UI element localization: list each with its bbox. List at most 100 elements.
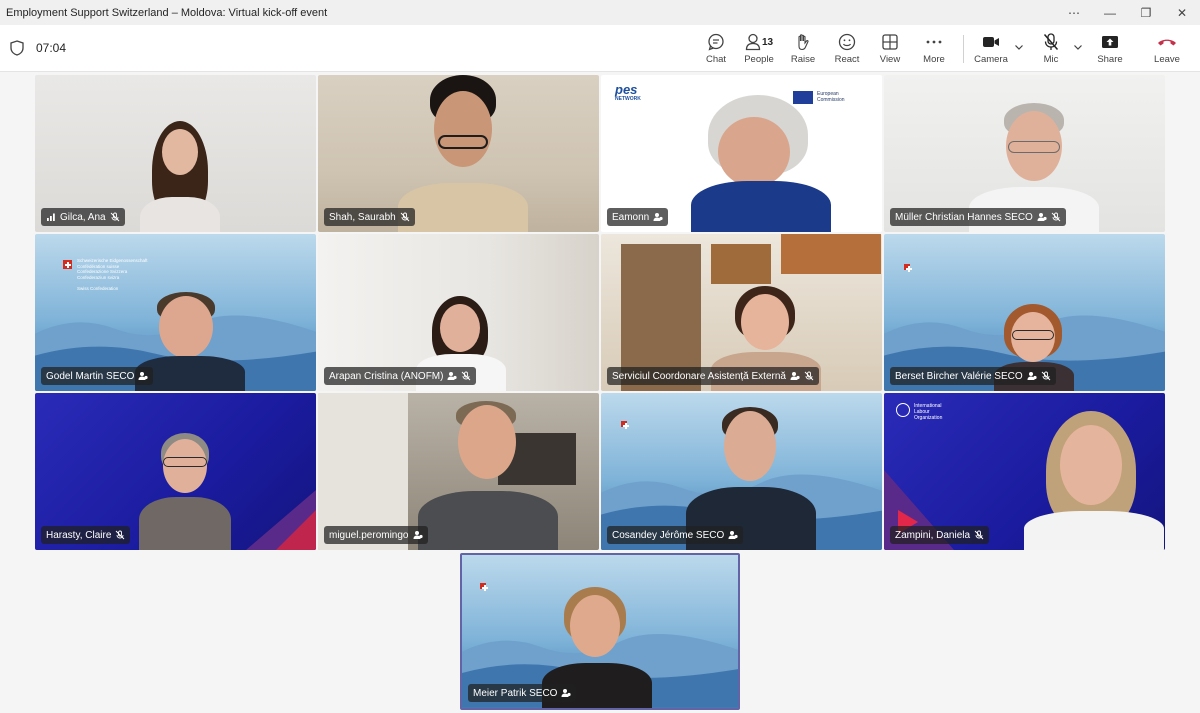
participant-name: Eamonn [612,211,650,223]
swiss-confederation-text: Schweizerische Eidgenossenschaft Confédér… [77,258,148,291]
react-button[interactable]: React [834,32,860,68]
camera-icon [982,32,1000,52]
participant-nametag: miguel.peromingo [324,526,428,544]
participant-nametag: Serviciul Coordonare Asistență Externă [607,367,819,385]
hang-up-icon [1157,32,1177,52]
video-tile[interactable]: Arapan Cristina (ANOFM) [318,234,599,391]
swiss-flag-icon [63,260,72,269]
mic-off-icon [1043,32,1059,52]
participant-nametag: Müller Christian Hannes SECO [890,208,1066,226]
share-label: Share [1097,54,1123,65]
pes-network-logo: pes NETWORK [615,82,641,102]
participant-video [398,75,528,232]
more-button[interactable]: More [921,32,947,68]
participant-icon [728,531,738,539]
participant-nametag: Gilca, Ana [41,208,125,226]
participant-name: Godel Martin SECO [46,370,135,382]
people-button[interactable]: 13 People [742,32,776,68]
shield-icon [10,40,24,56]
video-tile[interactable]: Gilca, Ana [35,75,316,232]
participant-name: Berset Bircher Valérie SECO [895,370,1023,382]
toolbar-separator [963,35,964,63]
window-restore-button[interactable]: ❐ [1128,0,1164,25]
window-title: Employment Support Switzerland – Moldova… [6,6,328,19]
participant-name: Arapan Cristina (ANOFM) [329,370,444,382]
participant-icon [1027,372,1037,380]
participant-icon [653,213,663,221]
window-minimize-button[interactable]: — [1092,0,1128,25]
swiss-flag-icon [621,421,629,429]
video-tile[interactable]: Müller Christian Hannes SECO [884,75,1165,232]
participant-icon [138,372,148,380]
mic-button[interactable]: Mic [1038,32,1064,68]
video-tile[interactable]: International Labour Organization Zampini,… [884,393,1165,550]
smiley-icon [838,32,856,52]
participant-icon [1037,213,1047,221]
participant-nametag: Eamonn [607,208,669,226]
participant-name: miguel.peromingo [329,529,409,541]
window-close-button[interactable]: ✕ [1164,0,1200,25]
triangle-pattern [246,490,316,550]
video-tile[interactable]: Schweizerische Eidgenossenschaft Confédér… [35,234,316,391]
camera-options-chevron-down-icon[interactable] [1014,42,1024,52]
people-label: People [744,54,774,65]
video-tile-active-speaker[interactable]: Meier Patrik SECO [460,553,740,710]
participant-icon [561,689,572,697]
participant-name: Shah, Saurabh [329,211,396,223]
office-board [781,234,881,274]
video-tile[interactable]: Serviciul Coordonare Asistență Externă [601,234,882,391]
more-label: More [923,54,945,65]
participant-nametag: Cosandey Jérôme SECO [607,526,744,544]
participant-nametag: Meier Patrik SECO [468,684,577,702]
hand-icon [795,32,811,52]
video-tile[interactable]: pes NETWORK European Commission Eamonn [601,75,882,232]
participant-video [135,433,235,550]
chat-label: Chat [705,54,727,65]
window-more-button[interactable]: ⋯ [1056,0,1092,25]
mic-off-icon [974,530,984,540]
video-grid: Gilca, Ana Shah, Saurabh pes NETWORK Eur… [0,72,1200,713]
video-tile[interactable]: miguel.peromingo [318,393,599,550]
raise-label: Raise [790,54,816,65]
camera-button[interactable]: Camera [974,32,1008,68]
view-button[interactable]: View [877,32,903,68]
participant-icon [413,531,423,539]
participant-video [1024,411,1164,550]
participant-name: Serviciul Coordonare Asistență Externă [612,370,786,382]
video-tile[interactable]: Berset Bircher Valérie SECO [884,234,1165,391]
participant-name: Meier Patrik SECO [473,687,558,699]
people-icon [745,33,761,51]
participant-icon [790,372,800,380]
raise-hand-button[interactable]: Raise [790,32,816,68]
react-label: React [834,54,860,65]
participant-nametag: Berset Bircher Valérie SECO [890,367,1056,385]
meeting-timer: 07:04 [36,41,67,55]
people-icon-wrap: 13 [745,32,773,52]
camera-label: Camera [974,54,1008,65]
mic-options-chevron-down-icon[interactable] [1073,42,1083,52]
participant-name: Zampini, Daniela [895,529,971,541]
swiss-flag-icon [480,583,488,591]
ilo-logo: International Labour Organization [896,403,942,421]
participant-nametag: Zampini, Daniela [890,526,990,544]
view-label: View [879,54,901,65]
leave-label: Leave [1154,54,1180,65]
participant-nametag: Shah, Saurabh [324,208,415,226]
participant-name: Cosandey Jérôme SECO [612,529,725,541]
swiss-flag-icon [904,264,912,272]
participant-video [130,115,230,232]
video-tile[interactable]: Shah, Saurabh [318,75,599,232]
more-dots-icon [926,32,942,52]
mic-label: Mic [1043,54,1059,65]
chat-button[interactable]: Chat [703,32,729,68]
mic-off-icon [1041,371,1050,381]
participant-nametag: Harasty, Claire [41,526,131,544]
people-count: 13 [761,36,774,48]
video-tile[interactable]: Harasty, Claire [35,393,316,550]
participant-nametag: Arapan Cristina (ANOFM) [324,367,477,385]
window-titlebar: Employment Support Switzerland – Moldova… [0,0,1200,25]
mic-off-icon [804,371,814,381]
leave-button[interactable]: Leave [1154,32,1180,68]
video-tile[interactable]: Cosandey Jérôme SECO [601,393,882,550]
share-button[interactable]: Share [1097,32,1123,68]
